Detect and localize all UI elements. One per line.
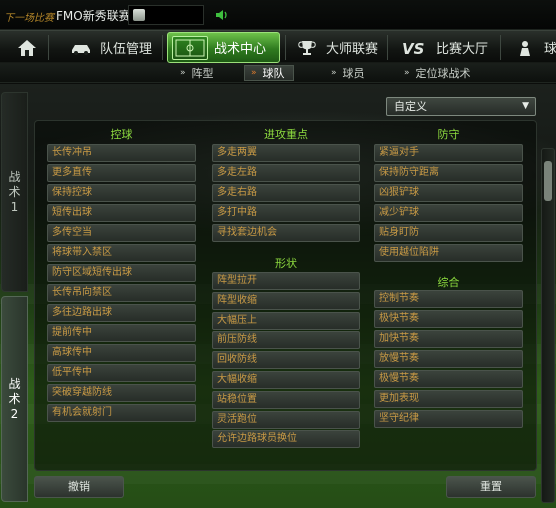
tactic-option[interactable]: 有机会就射门: [47, 404, 196, 422]
vs-icon: VS: [402, 39, 425, 58]
undo-button[interactable]: 撤销: [34, 476, 124, 498]
tactic-option[interactable]: 贴身盯防: [374, 224, 523, 242]
tactic-option[interactable]: 回收防线: [212, 351, 360, 370]
chevron-right-icon: »: [251, 68, 257, 78]
trophy-icon: [298, 40, 316, 55]
tactic-option[interactable]: 低平传中: [47, 364, 196, 382]
tactic-option[interactable]: 前压防线: [212, 331, 360, 350]
tab-char: 战: [8, 376, 21, 391]
tactic-option[interactable]: 防守区域短传出球: [47, 264, 196, 282]
vertical-scrollbar[interactable]: [541, 148, 555, 503]
league-badge-box: [128, 5, 204, 25]
tactic-option[interactable]: 保持防守距离: [374, 164, 523, 182]
tactic-option[interactable]: 多走两翼: [212, 144, 360, 162]
tab-label: 定位球战术: [415, 67, 471, 80]
reset-button[interactable]: 重置: [446, 476, 536, 498]
tactic-option[interactable]: 提前传中: [47, 324, 196, 342]
home-icon: [18, 39, 36, 56]
chevron-right-icon: »: [180, 68, 186, 78]
nav-team-management[interactable]: 队伍管理: [70, 31, 152, 64]
tab-label: 球员: [342, 67, 365, 80]
tactic-option[interactable]: 灵活跑位: [212, 410, 360, 429]
tab-char: 战: [8, 169, 21, 184]
tactic-option[interactable]: 大幅收缩: [212, 371, 360, 389]
tactic-option[interactable]: 将球带入禁区: [47, 244, 196, 262]
nav-label: 比赛大厅: [436, 42, 489, 57]
column-title-attack-focus: 进攻重点: [264, 128, 308, 141]
tactic-option[interactable]: 长传冲吊: [47, 144, 196, 162]
nav-master-league[interactable]: 大师联赛: [296, 31, 378, 64]
tactic-option[interactable]: 极慢节奏: [374, 370, 523, 388]
nav-home[interactable]: [16, 31, 38, 64]
tactic-option[interactable]: 长传吊向禁区: [47, 284, 196, 302]
tactic-option[interactable]: 坚守纪律: [374, 410, 523, 428]
nav-player[interactable]: 球: [514, 31, 556, 64]
tactics-board-icon: [172, 35, 208, 60]
tactic-option[interactable]: 多打中路: [212, 204, 360, 222]
tactic-option[interactable]: 阵型收缩: [212, 291, 360, 310]
tactic-option[interactable]: 高球传中: [47, 344, 196, 362]
tactic-option[interactable]: 极快节奏: [374, 310, 523, 328]
tactic-option[interactable]: 加快节奏: [374, 330, 523, 348]
tab-char: 术: [8, 391, 21, 406]
tactic-option[interactable]: 更加表现: [374, 390, 523, 408]
tactic-option[interactable]: 允许边路球员换位: [212, 430, 360, 449]
tactic-option[interactable]: 寻找套边机会: [212, 224, 360, 242]
column-title-ball-control: 控球: [110, 128, 133, 141]
nav-tactics-center[interactable]: 战术中心: [167, 32, 280, 63]
tactic-option[interactable]: 紧逼对手: [374, 144, 523, 162]
chevron-down-icon: ▼: [522, 101, 529, 111]
top-status-bar: 下一场比赛 FMO新秀联赛: [0, 0, 556, 30]
tactic-option[interactable]: 多走左路: [212, 164, 360, 182]
tab-label: 球队: [262, 67, 285, 80]
tab-char: 1: [10, 199, 19, 214]
dropdown-value: 自定义: [394, 100, 427, 113]
tab-label: 阵型: [191, 67, 214, 80]
column-title-shape: 形状: [275, 257, 297, 270]
tactic-option[interactable]: 放慢节奏: [374, 350, 523, 368]
scrollbar-thumb[interactable]: [544, 161, 552, 201]
nav-label: 战术中心: [214, 42, 267, 57]
tactic-option[interactable]: 减少铲球: [374, 204, 523, 222]
column-title-defense: 防守: [437, 128, 460, 141]
tactic-tab-2[interactable]: 战 术 2: [1, 296, 28, 502]
tactic-option[interactable]: 控制节奏: [374, 290, 523, 308]
column-title-general: 综合: [437, 276, 460, 289]
tactic-option[interactable]: 更多直传: [47, 164, 196, 182]
nav-label: 大师联赛: [326, 42, 379, 57]
tactic-option[interactable]: 多走右路: [212, 184, 360, 202]
tactic-option[interactable]: 使用越位陷阱: [374, 244, 523, 262]
league-badge-icon: [133, 9, 145, 21]
nav-label: 队伍管理: [100, 42, 153, 57]
tactic-option[interactable]: 大幅压上: [212, 311, 360, 330]
tactic-tab-1[interactable]: 战 术 1: [1, 92, 28, 292]
chevron-right-icon: »: [404, 68, 410, 78]
chevron-right-icon: »: [331, 68, 337, 78]
sub-nav: » 阵型 » 球队 » 球员 » 定位球战术: [0, 63, 556, 83]
tab-char: 2: [10, 406, 19, 421]
tactic-option[interactable]: 保持控球: [47, 184, 196, 202]
tab-team[interactable]: » 球队: [244, 65, 294, 81]
tab-char: 术: [8, 184, 21, 199]
player-icon: [520, 40, 530, 56]
tab-set-pieces[interactable]: » 定位球战术: [404, 65, 471, 81]
tactic-option[interactable]: 多往边路出球: [47, 304, 196, 322]
volume-icon[interactable]: [215, 9, 229, 21]
tab-players[interactable]: » 球员: [331, 65, 365, 81]
league-name: FMO新秀联赛: [56, 9, 131, 23]
tactic-option[interactable]: 凶狠铲球: [374, 184, 523, 202]
nav-match-lobby[interactable]: VS 比赛大厅: [402, 31, 488, 64]
tactic-mode-dropdown[interactable]: 自定义 ▼: [386, 97, 536, 116]
next-match-link[interactable]: 下一场比赛: [4, 9, 54, 24]
tab-formation[interactable]: » 阵型: [180, 65, 214, 81]
tactic-option[interactable]: 突破穿越防线: [47, 384, 196, 402]
tactic-option[interactable]: 站稳位置: [212, 390, 360, 409]
car-icon: [72, 44, 90, 55]
tactic-option[interactable]: 多传空当: [47, 224, 196, 242]
tactic-option[interactable]: 阵型拉开: [212, 272, 360, 290]
nav-label: 球: [544, 42, 556, 57]
main-nav: 队伍管理 战术中心 大师联赛 VS 比赛大厅 球: [0, 30, 556, 63]
tactic-option[interactable]: 短传出球: [47, 204, 196, 222]
